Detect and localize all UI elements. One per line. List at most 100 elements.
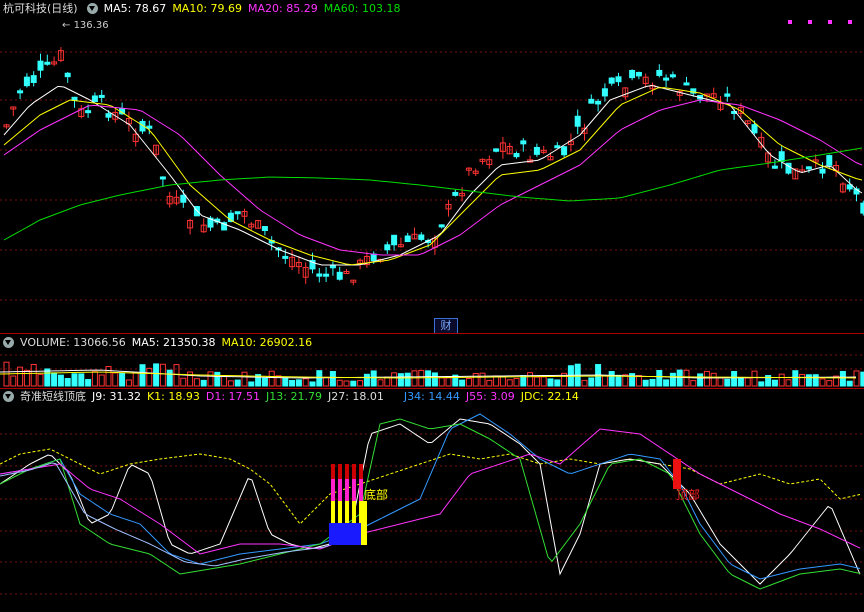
dropdown-icon[interactable] <box>3 390 14 402</box>
volume-bar <box>173 364 180 387</box>
volume-bar <box>588 377 595 387</box>
candle-body <box>261 226 268 231</box>
signal-bar-red <box>359 464 363 479</box>
candle-body <box>180 194 187 203</box>
candle-body <box>438 224 445 228</box>
volume-bar <box>472 372 479 387</box>
ma5-value: MA5: 78.67 <box>103 1 167 15</box>
top-label: 顶部 <box>676 488 701 502</box>
ma60-line <box>3 147 863 241</box>
j9-line <box>0 418 861 585</box>
volume-bar <box>146 367 153 387</box>
candle-body <box>105 113 112 118</box>
signal-bar-magenta <box>338 479 342 501</box>
volume-bar <box>465 377 472 387</box>
volume-bar <box>486 379 493 387</box>
volume-bar <box>37 373 44 387</box>
d1-value: D1: 17.51 <box>205 389 261 403</box>
volume-bar <box>71 373 78 387</box>
volume-bar <box>85 379 92 387</box>
volume-bar <box>78 373 85 387</box>
volume-bar <box>799 373 806 387</box>
volume-bar <box>316 370 323 387</box>
k1-value: K1: 18.93 <box>146 389 200 403</box>
volume-bar <box>601 375 608 387</box>
candle-body <box>554 145 561 149</box>
volume-bar <box>350 380 357 387</box>
volume-bar <box>737 377 744 387</box>
volume-bar <box>819 378 826 387</box>
ma20-line <box>3 99 863 256</box>
volume-bar <box>343 380 350 387</box>
dropdown-icon[interactable] <box>3 336 14 348</box>
candle-body <box>778 151 785 162</box>
candle-body <box>751 124 758 134</box>
candle-body <box>30 75 37 83</box>
signal-bar-magenta <box>345 479 349 501</box>
candle-body <box>329 264 336 269</box>
volume-bar <box>336 379 343 387</box>
volume-bar <box>642 379 649 387</box>
volume-bar <box>193 378 200 387</box>
signal-bar-red <box>338 464 342 479</box>
dropdown-icon[interactable] <box>86 2 98 14</box>
stock-title[interactable]: 杭可科技(日线) <box>3 0 78 16</box>
volume-bar <box>438 377 445 387</box>
j13-value: J13: 21.79 <box>266 389 322 403</box>
volume-bar <box>323 376 330 387</box>
candlestick-chart[interactable] <box>0 15 864 333</box>
volume-bar <box>363 373 370 387</box>
volume-bar <box>758 381 765 387</box>
volume-bar <box>357 380 364 387</box>
candle-body <box>615 76 622 83</box>
volume-bar <box>581 379 588 387</box>
volume-bar <box>717 377 724 387</box>
volume-bar <box>751 370 758 387</box>
ma60-value: MA60: 103.18 <box>323 1 401 15</box>
candle-body <box>819 168 826 174</box>
signal-bar-red <box>345 464 349 479</box>
volume-bar <box>649 378 656 387</box>
candle-body <box>513 153 520 158</box>
j9-value: J9: 31.32 <box>92 389 141 403</box>
volume-bar <box>839 370 846 387</box>
volume-chart[interactable] <box>0 350 864 388</box>
volume-bar <box>778 373 785 387</box>
volume-bar <box>785 379 792 387</box>
volume-bar <box>309 381 316 387</box>
signal-bar-yellow <box>345 501 349 523</box>
candle-body <box>370 253 377 262</box>
volume-bar <box>98 374 105 387</box>
volume-bar <box>744 377 751 387</box>
volume-bar <box>527 372 534 387</box>
volume-bar <box>91 371 98 387</box>
indicator-title[interactable]: 奇准短线顶底 <box>20 388 86 404</box>
candle-body <box>771 165 778 169</box>
ma10-value: MA10: 79.69 <box>172 1 243 15</box>
j27-value: J27: 18.01 <box>327 389 384 403</box>
volume-panel: VOLUME: 13066.56 MA5: 21350.38 MA10: 269… <box>0 334 864 388</box>
candle-body <box>91 95 98 102</box>
volume-bar <box>261 377 268 387</box>
indicator-chart[interactable] <box>0 404 864 612</box>
volume-bar <box>241 371 248 387</box>
volume-bar <box>119 372 126 387</box>
candle-body <box>44 61 51 65</box>
volume-bar <box>697 373 704 387</box>
volume-bar <box>23 369 30 387</box>
candle-body <box>826 155 833 166</box>
finance-marker[interactable]: 财 <box>434 318 458 334</box>
volume-bar <box>268 370 275 387</box>
candle-body <box>520 140 527 145</box>
candle-body <box>452 191 459 196</box>
volume-bar <box>676 369 683 387</box>
candle-body <box>37 60 44 71</box>
volume-bar <box>370 370 377 387</box>
volume-bar <box>812 374 819 387</box>
candle-body <box>629 69 636 79</box>
volume-bar <box>792 370 799 387</box>
k1-line <box>0 462 361 567</box>
volume-bar <box>112 372 119 387</box>
volume-bar <box>30 364 37 387</box>
candle-body <box>574 115 581 127</box>
